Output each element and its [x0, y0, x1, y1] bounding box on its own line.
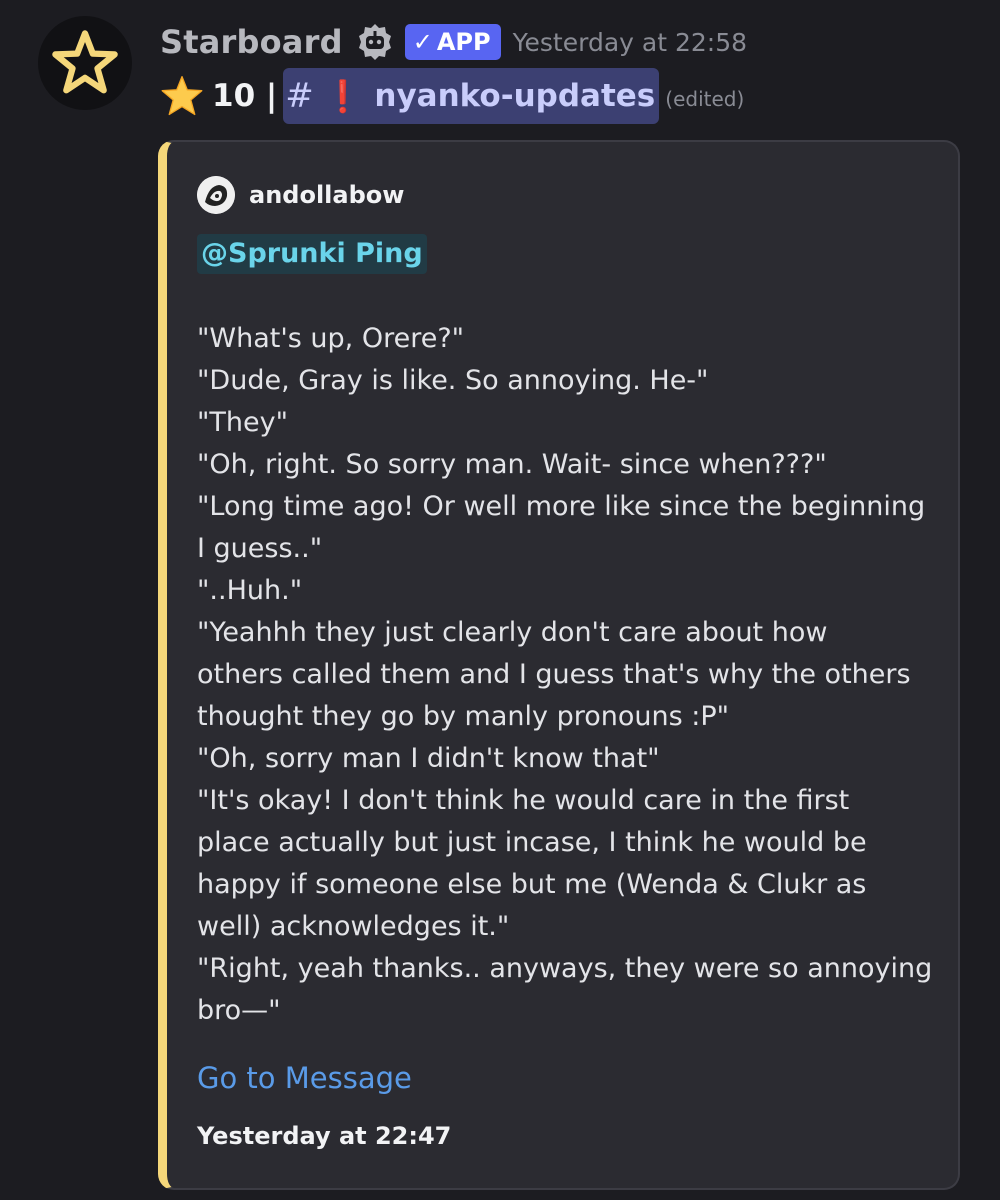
starboard-message: Starboard ✓ APP Yesterday at 22:58 10 | …	[0, 0, 1000, 1200]
check-icon: ✓	[412, 28, 433, 56]
message-timestamp: Yesterday at 22:58	[512, 27, 748, 57]
star-emoji-icon	[161, 75, 203, 116]
description-line: "Right, yeah thanks.. anyways, they were…	[197, 953, 933, 984]
exclamation-emoji-icon: ❗	[323, 78, 363, 115]
description-line: bro—"	[197, 995, 281, 1026]
description-line: "What's up, Orere?"	[197, 323, 465, 354]
description-line: place actually but just incase, I think …	[197, 827, 867, 858]
embed-author[interactable]: andollabow	[197, 176, 404, 214]
channel-mention[interactable]: # ❗ nyanko-updates	[283, 68, 660, 124]
description-line: "Yeahhh they just clearly don't care abo…	[197, 617, 828, 648]
author-name[interactable]: Starboard	[160, 23, 343, 61]
robot-icon	[355, 22, 395, 62]
message-embed: andollabow @Sprunki Ping "What's up, Ore…	[158, 140, 960, 1190]
embed-author-name: andollabow	[249, 181, 405, 209]
channel-name: nyanko-updates	[374, 78, 656, 114]
description-line: I guess.."	[197, 533, 323, 564]
description-line: "Dude, Gray is like. So annoying. He-"	[197, 365, 709, 396]
star-outline-icon	[52, 30, 118, 94]
description-line: "Long time ago! Or well more like since …	[197, 491, 926, 522]
embed-footer-timestamp: Yesterday at 22:47	[197, 1122, 452, 1150]
edited-label: (edited)	[665, 87, 745, 111]
hash-icon: #	[285, 76, 314, 116]
description-line: well) acknowledges it."	[197, 911, 510, 942]
starboard-avatar[interactable]	[38, 16, 132, 110]
description-line: others called them and I guess that's wh…	[197, 659, 911, 690]
description-line: "Oh, sorry man I didn't know that"	[197, 743, 660, 774]
description-line: thought they go by manly pronouns :P"	[197, 701, 730, 732]
go-to-message-link[interactable]: Go to Message	[197, 1058, 412, 1098]
description-line: happy if someone else but me (Wenda & Cl…	[197, 869, 867, 900]
app-badge-label: APP	[436, 28, 491, 56]
message-content: 10 | # ❗ nyanko-updates (edited)	[160, 68, 744, 124]
description-line: "Oh, right. So sorry man. Wait- since wh…	[197, 449, 827, 480]
star-count: 10 |	[212, 78, 278, 114]
description-line: "..Huh."	[197, 575, 303, 606]
embed-description: "What's up, Orere?" "Dude, Gray is like.…	[197, 318, 937, 1032]
message-header: Starboard ✓ APP Yesterday at 22:58	[160, 20, 747, 64]
description-line: "It's okay! I don't think he would care …	[197, 785, 850, 816]
description-line: "They"	[197, 407, 289, 438]
role-mention[interactable]: @Sprunki Ping	[197, 234, 427, 274]
app-badge: ✓ APP	[404, 24, 501, 60]
author-avatar-icon	[197, 176, 235, 214]
